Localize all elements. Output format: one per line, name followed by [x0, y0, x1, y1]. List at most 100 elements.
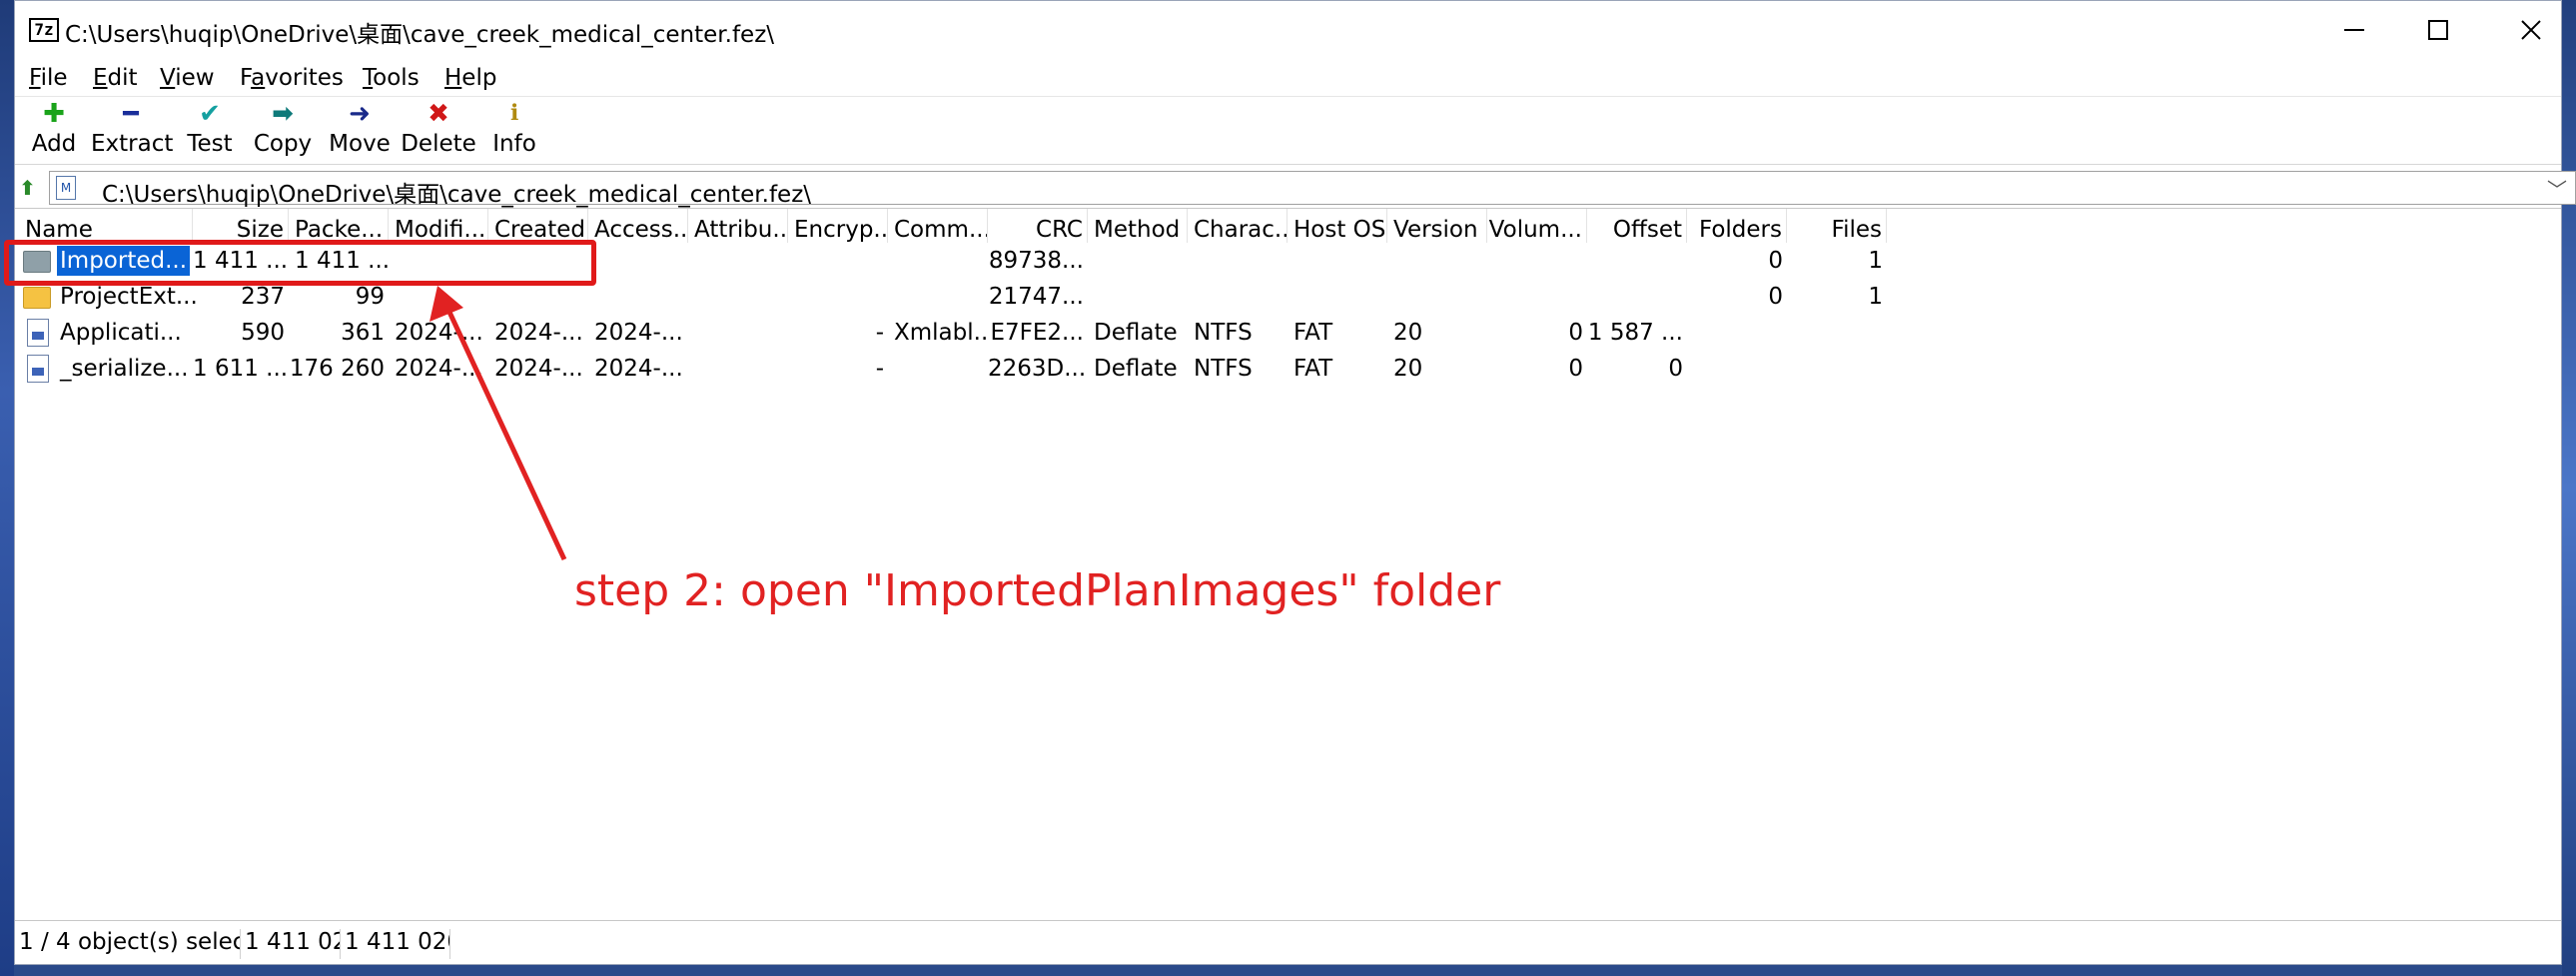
column-header-created[interactable]: Created — [488, 209, 588, 243]
menu-view[interactable]: View — [160, 65, 215, 91]
cell-encrypted: - — [875, 320, 884, 346]
column-header-characteristics[interactable]: Charac... — [1188, 209, 1288, 243]
name-cell[interactable]: Imported... — [19, 243, 193, 279]
info-button[interactable]: ℹ Info — [486, 99, 542, 163]
cell-crc: E7FE2... — [990, 320, 1085, 346]
status-selection: 1 / 4 object(s) selected — [19, 929, 241, 959]
cell-folders: 0 — [1768, 248, 1783, 274]
test-button[interactable]: ✔ Test — [181, 99, 239, 163]
cell-created: 2024-... — [494, 356, 583, 382]
archive-file-icon: M — [56, 176, 76, 200]
cell-size: 237 — [241, 284, 285, 310]
cell-host-os: FAT — [1293, 356, 1333, 382]
column-header-volume[interactable]: Volum... — [1487, 209, 1587, 243]
add-icon: ✚ — [43, 99, 65, 129]
copy-button[interactable]: ➡ Copy — [251, 99, 315, 163]
column-header-folders[interactable]: Folders — [1687, 209, 1787, 243]
up-folder-icon[interactable]: ⬆ — [19, 176, 37, 200]
chevron-down-icon[interactable]: ﹀ — [2547, 174, 2567, 203]
cell-packed: 361 — [341, 320, 385, 346]
menu-help[interactable]: Help — [444, 65, 496, 91]
7zip-file-manager-window: 7z C:\Users\huqip\OneDrive\桌面\cave_creek… — [14, 0, 2576, 965]
table-row[interactable]: ProjectExt... 237 99 21747... 0 1 — [15, 279, 2552, 315]
path-field[interactable]: M C:\Users\huqip\OneDrive\桌面\cave_creek_… — [49, 171, 2576, 208]
maximize-button[interactable] — [2392, 1, 2484, 59]
cell-volume: 0 — [1568, 356, 1583, 382]
7zip-app-icon: 7z — [29, 18, 59, 42]
column-header-attributes[interactable]: Attribu... — [688, 209, 788, 243]
column-header-packed[interactable]: Packe... — [289, 209, 389, 243]
folder-icon — [23, 287, 51, 309]
move-button[interactable]: ➜ Move — [327, 99, 393, 163]
close-icon — [2521, 20, 2541, 40]
column-header-host-os[interactable]: Host OS — [1288, 209, 1387, 243]
add-button[interactable]: ✚ Add — [29, 99, 79, 163]
table-row[interactable]: Imported... 1 411 ... 1 411 ... 89738...… — [15, 243, 2552, 279]
cell-offset: 1 587 ... — [1587, 320, 1683, 346]
minimize-button[interactable] — [2308, 1, 2400, 59]
title-bar: 7z C:\Users\huqip\OneDrive\桌面\cave_creek… — [15, 1, 2561, 59]
column-header-encrypted[interactable]: Encryp... — [788, 209, 888, 243]
cell-crc: 2263D... — [988, 356, 1087, 382]
cell-packed: 99 — [355, 284, 385, 310]
menu-tools[interactable]: Tools — [363, 65, 420, 91]
cell-modified: 2024-... — [395, 320, 483, 346]
cell-files: 1 — [1868, 248, 1883, 274]
folder-icon — [23, 251, 51, 273]
cell-encrypted: - — [875, 356, 884, 382]
desktop-wallpaper-left — [0, 0, 14, 976]
info-icon: ℹ — [509, 101, 519, 126]
cell-accessed: 2024-... — [594, 320, 683, 346]
test-icon: ✔ — [199, 99, 221, 129]
file-icon — [27, 319, 49, 347]
column-header-method[interactable]: Method — [1088, 209, 1188, 243]
delete-icon: ✖ — [428, 99, 449, 129]
cell-packed: 176 260 — [289, 356, 385, 382]
table-row[interactable]: _serialize... 1 611 ... 176 260 2024-...… — [15, 351, 2552, 387]
copy-icon: ➡ — [272, 99, 294, 129]
row-name: ProjectExt... — [60, 284, 198, 310]
toolbar: ✚ Add ━ Extract ✔ Test ➡ Copy ➜ Move ✖ D… — [15, 97, 2561, 165]
cell-modified: 2024-... — [395, 356, 483, 382]
cell-version: 20 — [1393, 320, 1423, 346]
cell-folders: 0 — [1768, 284, 1783, 310]
annotation-step-text: step 2: open "ImportedPlanImages" folder — [574, 565, 1501, 616]
close-button[interactable] — [2485, 1, 2576, 59]
status-packed: 1 411 020 — [341, 929, 450, 959]
name-cell[interactable]: _serialize... — [19, 351, 193, 387]
cell-volume: 0 — [1568, 320, 1583, 346]
column-header-files[interactable]: Files — [1787, 209, 1887, 243]
menu-file[interactable]: File — [29, 65, 68, 91]
row-name: Imported... — [57, 246, 191, 276]
menu-favorites[interactable]: Favorites — [240, 65, 344, 91]
extract-button[interactable]: ━ Extract — [91, 99, 173, 163]
menu-edit[interactable]: Edit — [93, 65, 138, 91]
file-icon — [27, 355, 49, 383]
column-header-version[interactable]: Version — [1387, 209, 1487, 243]
file-list: Name Size Packe... Modifi... Created Acc… — [15, 209, 2561, 918]
row-name: Applicati... — [60, 320, 182, 346]
name-cell[interactable]: Applicati... — [19, 315, 193, 351]
status-size: 1 411 020 — [241, 929, 341, 959]
cell-host-os: FAT — [1293, 320, 1333, 346]
extract-icon: ━ — [123, 99, 139, 129]
window-title: C:\Users\huqip\OneDrive\桌面\cave_creek_me… — [65, 22, 775, 48]
column-header-offset[interactable]: Offset — [1587, 209, 1687, 243]
cell-files: 1 — [1868, 284, 1883, 310]
column-header-size[interactable]: Size — [193, 209, 289, 243]
delete-button[interactable]: ✖ Delete — [401, 99, 476, 163]
cell-crc: 89738... — [988, 248, 1084, 274]
cell-packed: 1 411 ... — [295, 248, 389, 274]
column-header-accessed[interactable]: Access... — [588, 209, 688, 243]
column-header-comment[interactable]: Comm... — [888, 209, 988, 243]
cell-offset: 0 — [1668, 356, 1683, 382]
name-cell[interactable]: ProjectExt... — [19, 279, 198, 315]
cell-created: 2024-... — [494, 320, 583, 346]
address-bar: ⬆ M C:\Users\huqip\OneDrive\桌面\cave_cree… — [15, 167, 2576, 209]
column-header-crc[interactable]: CRC — [988, 209, 1088, 243]
table-row[interactable]: Applicati... 590 361 2024-... 2024-... 2… — [15, 315, 2552, 351]
column-header-name[interactable]: Name — [19, 209, 193, 243]
path-text: C:\Users\huqip\OneDrive\桌面\cave_creek_me… — [102, 182, 812, 208]
cell-characteristics: NTFS — [1194, 320, 1253, 346]
column-header-modified[interactable]: Modifi... — [389, 209, 488, 243]
